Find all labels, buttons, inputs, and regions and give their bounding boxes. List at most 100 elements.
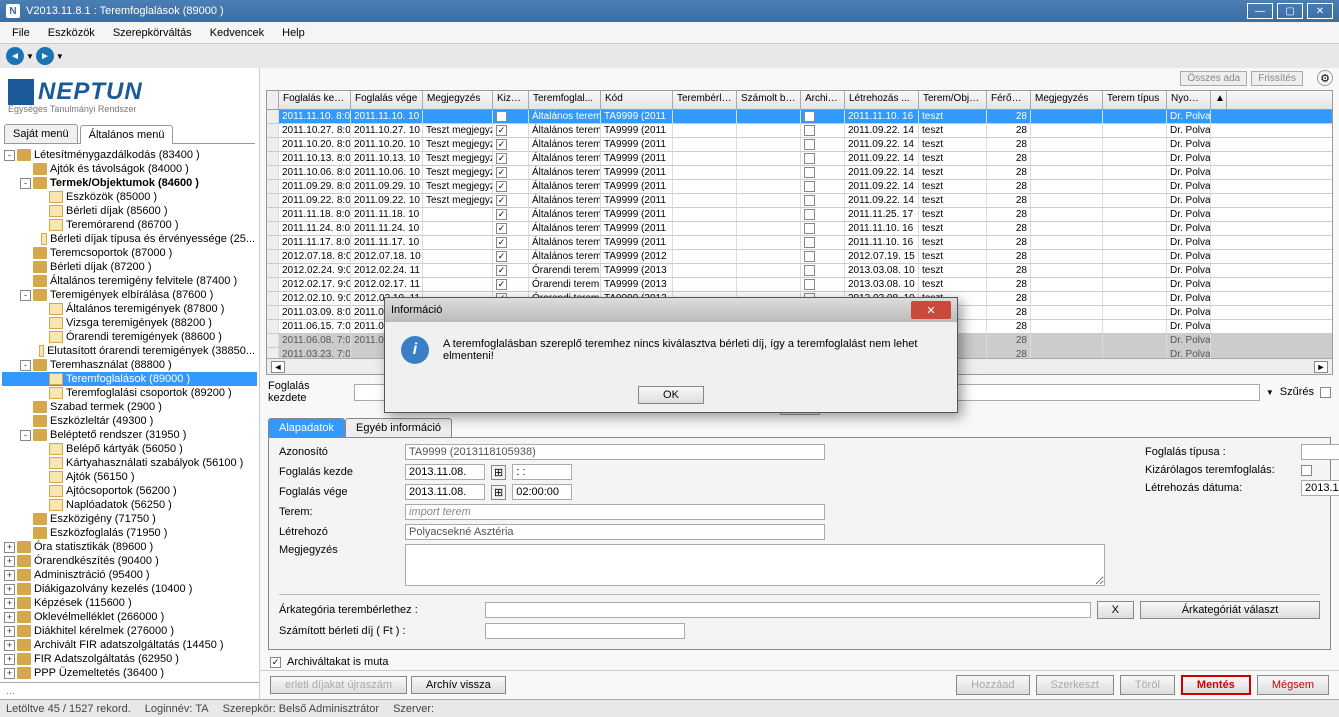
maximize-button[interactable]: ▢ <box>1277 3 1303 19</box>
end-time-input[interactable] <box>512 484 572 500</box>
tab-other[interactable]: Egyéb információ <box>345 418 452 437</box>
expand-icon[interactable]: + <box>4 640 15 651</box>
tree-item[interactable]: Eszközigény (71750 ) <box>2 512 257 526</box>
gear-icon[interactable]: ⚙ <box>1317 70 1333 86</box>
column-header[interactable]: Megjegyzés <box>423 91 493 109</box>
tree-item[interactable]: Eszközleltár (49300 ) <box>2 414 257 428</box>
forward-button[interactable]: ► <box>36 47 54 65</box>
table-row[interactable]: 2011.10.06. 8:02011.10.06. 10Teszt megje… <box>267 166 1332 180</box>
tree-item[interactable]: -Termek/Objektumok (84600 ) <box>2 176 257 190</box>
expand-icon[interactable]: + <box>4 556 15 567</box>
tree-item[interactable]: Kártyahasználati szabályok (56100 ) <box>2 456 257 470</box>
dialog-close-button[interactable]: ✕ <box>911 301 951 319</box>
scroll-left-icon[interactable]: ◄ <box>271 361 285 373</box>
menu-file[interactable]: File <box>4 24 38 42</box>
table-row[interactable]: 2011.11.10. 8:02011.11.10. 10✓Általános … <box>267 110 1332 124</box>
tree-item[interactable]: -Teremigények elbírálása (87600 ) <box>2 288 257 302</box>
tree-item[interactable]: Órarendi teremigények (88600 ) <box>2 330 257 344</box>
tree-item[interactable]: Vizsga teremigények (88200 ) <box>2 316 257 330</box>
archive-back-button[interactable]: Archív vissza <box>411 676 506 694</box>
expand-icon[interactable]: - <box>4 150 15 161</box>
tree-item[interactable]: Teremfoglalási csoportok (89200 ) <box>2 386 257 400</box>
expand-icon[interactable]: + <box>4 654 15 665</box>
end-date-input[interactable] <box>405 484 485 500</box>
tree-item[interactable]: Elutasított órarendi teremigények (38850… <box>2 344 257 358</box>
column-header[interactable]: Kód <box>601 91 673 109</box>
expand-icon[interactable]: - <box>20 430 31 441</box>
tree-item[interactable]: Általános teremigény felvitele (87400 ) <box>2 274 257 288</box>
column-header[interactable]: Foglalás kez... <box>279 91 351 109</box>
table-row[interactable]: 2011.11.18. 8:02011.11.18. 10✓Általános … <box>267 208 1332 222</box>
tree-item[interactable]: Teremfoglalások (89000 ) <box>2 372 257 386</box>
recalc-button[interactable]: erleti díjakat újraszám <box>270 676 407 694</box>
calc-fee-input[interactable] <box>485 623 685 639</box>
tree-item[interactable]: Bérleti díjak (85600 ) <box>2 204 257 218</box>
column-header[interactable]: Létrehozás ... <box>845 91 919 109</box>
column-header[interactable]: Számolt bérl... <box>737 91 801 109</box>
start-time-input[interactable] <box>512 464 572 480</box>
column-header[interactable]: Teremfoglal... <box>529 91 601 109</box>
tree-item[interactable]: Belépő kártyák (56050 ) <box>2 442 257 456</box>
close-button[interactable]: ✕ <box>1307 3 1333 19</box>
table-row[interactable]: 2011.09.22. 8:02011.09.22. 10Teszt megje… <box>267 194 1332 208</box>
table-row[interactable]: 2011.11.17. 8:02011.11.17. 10✓Általános … <box>267 236 1332 250</box>
tree-item[interactable]: Eszközfoglalás (71950 ) <box>2 526 257 540</box>
expand-icon[interactable]: + <box>4 570 15 581</box>
start-date-input[interactable] <box>405 464 485 480</box>
calendar-icon[interactable]: ⊞ <box>491 485 506 500</box>
tree-item[interactable]: -Teremhasználat (88800 ) <box>2 358 257 372</box>
tree-item[interactable]: Teremcsoportok (87000 ) <box>2 246 257 260</box>
tree-item[interactable]: Bérleti díjak (87200 ) <box>2 260 257 274</box>
dialog-ok-button[interactable]: OK <box>638 386 704 404</box>
price-cat-input[interactable] <box>485 602 1091 618</box>
exclusive-checkbox[interactable] <box>1301 465 1312 476</box>
tree-item[interactable]: +PPP Üzemeltetés (36400 ) <box>2 666 257 680</box>
table-row[interactable]: 2012.07.18. 8:02012.07.18. 10✓Általános … <box>267 250 1332 264</box>
tree-item[interactable]: +FIR Adatszolgáltatás (62950 ) <box>2 652 257 666</box>
tree-item[interactable]: +Adminisztráció (95400 ) <box>2 568 257 582</box>
column-header[interactable]: Archivált <box>801 91 845 109</box>
tree-item[interactable]: Szabad termek (2900 ) <box>2 400 257 414</box>
expand-icon[interactable]: - <box>20 360 31 371</box>
show-archived-checkbox[interactable]: ✓ <box>270 657 281 668</box>
delete-button[interactable]: Töröl <box>1120 675 1175 695</box>
tree-item[interactable]: -Beléptető rendszer (31950 ) <box>2 428 257 442</box>
tree-item[interactable]: +Archivált FIR adatszolgáltatás (14450 ) <box>2 638 257 652</box>
menu-fav[interactable]: Kedvencek <box>202 24 272 42</box>
tree-item[interactable]: +Óra statisztikák (89600 ) <box>2 540 257 554</box>
tree-item[interactable]: Bérleti díjak típusa és érvényessége (25… <box>2 232 257 246</box>
price-cat-x-button[interactable]: X <box>1097 601 1134 619</box>
column-header[interactable]: Nyomtatá <box>1167 91 1211 109</box>
tree-item[interactable]: +Órarendkészítés (90400 ) <box>2 554 257 568</box>
tree-item[interactable]: +Diákhitel kérelmek (276000 ) <box>2 624 257 638</box>
column-header[interactable]: Megjegyzés <box>1031 91 1103 109</box>
scroll-right-icon[interactable]: ► <box>1314 361 1328 373</box>
expand-icon[interactable]: + <box>4 542 15 553</box>
tree-item[interactable]: Teremórarend (86700 ) <box>2 218 257 232</box>
tree-view[interactable]: -Létesítménygazdálkodás (83400 )Ajtók és… <box>0 144 259 682</box>
tree-item[interactable]: Naplóadatok (56250 ) <box>2 498 257 512</box>
tab-general-menu[interactable]: Általános menü <box>80 125 174 144</box>
save-button[interactable]: Mentés <box>1181 675 1251 695</box>
expand-icon[interactable]: - <box>20 178 31 189</box>
column-header[interactable]: Férőhely <box>987 91 1031 109</box>
back-button[interactable]: ◄ <box>6 47 24 65</box>
expand-icon[interactable]: + <box>4 668 15 679</box>
table-row[interactable]: 2011.09.29. 8:02011.09.29. 10Teszt megje… <box>267 180 1332 194</box>
all-data-button[interactable]: Összes ada <box>1180 71 1247 86</box>
cancel-button[interactable]: Mégsem <box>1257 675 1329 695</box>
tree-item[interactable]: Ajtók és távolságok (84000 ) <box>2 162 257 176</box>
scroll-up-icon[interactable]: ▲ <box>1211 91 1227 109</box>
tree-item[interactable]: +Oklevélmelléklet (266000 ) <box>2 610 257 624</box>
tree-item[interactable]: +Diákigazolvány kezelés (10400 ) <box>2 582 257 596</box>
table-row[interactable]: 2011.11.24. 8:02011.11.24. 10✓Általános … <box>267 222 1332 236</box>
table-row[interactable]: 2011.10.20. 8:02011.10.20. 10Teszt megje… <box>267 138 1332 152</box>
tree-item[interactable]: Általános teremigények (87800 ) <box>2 302 257 316</box>
expand-icon[interactable]: + <box>4 612 15 623</box>
column-header[interactable]: Foglalás vége <box>351 91 423 109</box>
expand-icon[interactable]: + <box>4 584 15 595</box>
note-textarea[interactable] <box>405 544 1105 586</box>
expand-icon[interactable]: + <box>4 626 15 637</box>
menu-role[interactable]: Szerepkörváltás <box>105 24 200 42</box>
edit-button[interactable]: Szerkeszt <box>1036 675 1114 695</box>
